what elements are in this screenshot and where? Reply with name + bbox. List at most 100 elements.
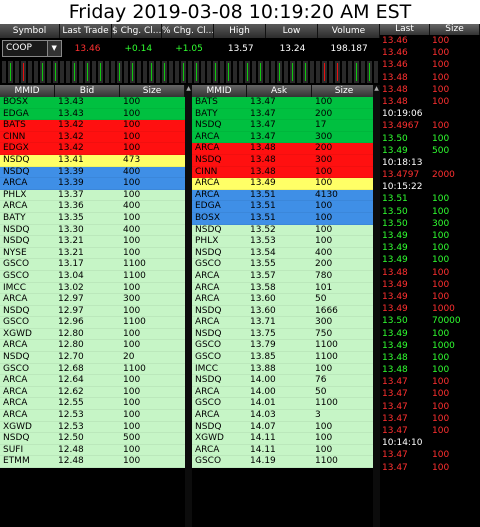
bid-row-size: 100 xyxy=(123,189,141,200)
scroll-up-icon[interactable]: ▲ xyxy=(185,85,192,93)
bid-row[interactable]: GSCO 12.96 1100 xyxy=(0,317,185,329)
ask-row[interactable]: ARCA 13.49 100 xyxy=(192,178,377,190)
tape-row-price: 13.46 xyxy=(382,36,408,46)
ask-col-price[interactable]: Ask xyxy=(247,85,312,97)
bid-row[interactable]: NSDQ 13.39 400 xyxy=(0,166,185,179)
ask-row[interactable]: BATY 13.47 200 xyxy=(192,108,377,121)
bid-row[interactable]: NSDQ 12.70 20 xyxy=(0,352,185,364)
ask-row-mmid: GSCO xyxy=(195,259,222,270)
ask-scrollbar[interactable]: ▲ xyxy=(373,85,380,527)
ask-row[interactable]: ARCA 13.71 300 xyxy=(192,317,377,329)
bid-row-mmid: SUFI xyxy=(3,444,24,455)
ask-header: MMID Ask Size xyxy=(192,85,377,97)
ask-col-size[interactable]: Size xyxy=(312,85,377,97)
ask-row[interactable]: EDGA 13.51 100 xyxy=(192,201,377,213)
tape-row: 10:15:22 xyxy=(380,181,480,193)
bid-row[interactable]: IMCC 13.02 100 xyxy=(0,282,185,295)
bid-row-size: 400 xyxy=(123,201,141,212)
bid-row[interactable]: NSDQ 13.41 473 xyxy=(0,154,185,167)
bid-row[interactable]: ARCA 12.64 100 xyxy=(0,375,185,387)
bid-row-mmid: NSDQ xyxy=(3,224,30,235)
ask-row[interactable]: ARCA 14.11 100 xyxy=(192,444,377,457)
bid-row[interactable]: NSDQ 12.50 500 xyxy=(0,433,185,445)
bid-row[interactable]: NSDQ 12.97 100 xyxy=(0,305,185,318)
ask-row[interactable]: NSDQ 14.07 100 xyxy=(192,421,377,434)
bid-row[interactable]: GSCO 13.17 1100 xyxy=(0,259,185,271)
bid-row[interactable]: ARCA 12.55 100 xyxy=(0,398,185,411)
ask-row[interactable]: IMCC 13.88 100 xyxy=(192,363,377,376)
tape-row: 13.50 100 xyxy=(380,206,480,218)
bid-row[interactable]: XGWD 12.80 100 xyxy=(0,328,185,341)
ask-row-size: 100 xyxy=(315,236,333,247)
bid-row[interactable]: ARCA 12.62 100 xyxy=(0,386,185,399)
ask-row[interactable]: NSDQ 13.47 17 xyxy=(192,120,377,132)
bid-row[interactable]: ARCA 12.80 100 xyxy=(0,340,185,353)
ask-row[interactable]: GSCO 14.19 1100 xyxy=(192,456,377,468)
bid-row[interactable]: BATS 13.42 100 xyxy=(0,120,185,132)
ask-row[interactable]: GSCO 14.01 1100 xyxy=(192,398,377,411)
ask-row[interactable]: ARCA 13.51 4130 xyxy=(192,189,377,202)
ask-row-price: 14.19 xyxy=(250,456,276,467)
bid-row[interactable]: SUFI 12.48 100 xyxy=(0,444,185,457)
bid-row[interactable]: ARCA 13.36 400 xyxy=(0,201,185,213)
bid-row[interactable]: NYSE 13.21 100 xyxy=(0,247,185,260)
bid-row[interactable]: ARCA 12.53 100 xyxy=(0,410,185,422)
ask-row[interactable]: ARCA 13.57 780 xyxy=(192,270,377,283)
ask-row[interactable]: PHLX 13.53 100 xyxy=(192,236,377,248)
ask-row[interactable]: NSDQ 13.54 400 xyxy=(192,247,377,260)
ask-row[interactable]: ARCA 13.60 50 xyxy=(192,294,377,306)
bid-row[interactable]: EDGX 13.42 100 xyxy=(0,143,185,155)
bid-row[interactable]: ARCA 12.97 300 xyxy=(0,294,185,306)
ask-row[interactable]: GSCO 13.85 1100 xyxy=(192,352,377,364)
ask-row-size: 200 xyxy=(315,259,333,270)
tape-row: 13.49 100 xyxy=(380,279,480,291)
bid-row[interactable]: GSCO 13.04 1100 xyxy=(0,270,185,283)
bid-row[interactable]: XGWD 12.53 100 xyxy=(0,421,185,434)
bid-col-price[interactable]: Bid xyxy=(55,85,120,97)
bid-row[interactable]: GSCO 12.68 1100 xyxy=(0,363,185,376)
bid-row[interactable]: ETMM 12.48 100 xyxy=(0,456,185,468)
bid-row[interactable]: ARCA 13.39 100 xyxy=(0,178,185,190)
ask-row[interactable]: BATS 13.47 100 xyxy=(192,97,377,109)
tape-row-price: 13.49 xyxy=(382,231,408,241)
ask-row[interactable]: ARCA 14.03 3 xyxy=(192,410,377,422)
bid-row-mmid: XGWD xyxy=(3,328,32,339)
ask-row[interactable]: GSCO 13.55 200 xyxy=(192,259,377,271)
ask-col-mmid[interactable]: MMID xyxy=(192,85,247,97)
bid-row-price: 12.96 xyxy=(58,317,84,328)
ask-row-size: 100 xyxy=(315,363,333,374)
symbol-select[interactable]: COOP ▼ xyxy=(2,40,62,57)
tape-row-size: 1000 xyxy=(432,340,455,351)
ask-row-mmid: NSDQ xyxy=(195,305,222,316)
ask-row[interactable]: NSDQ 13.52 100 xyxy=(192,224,377,237)
bid-row[interactable]: EDGA 13.43 100 xyxy=(0,108,185,121)
bid-col-size[interactable]: Size xyxy=(120,85,185,97)
scroll-up-icon[interactable]: ▲ xyxy=(373,85,380,93)
ask-row[interactable]: NSDQ 14.00 76 xyxy=(192,375,377,387)
ask-row[interactable]: ARCA 13.47 300 xyxy=(192,131,377,144)
tape-row-size: 100 xyxy=(432,267,450,278)
ask-row[interactable]: NSDQ 13.75 750 xyxy=(192,328,377,341)
ask-row[interactable]: GSCO 13.79 1100 xyxy=(192,340,377,353)
bid-scrollbar[interactable]: ▲ xyxy=(185,85,192,527)
ask-row[interactable]: ARCA 14.00 50 xyxy=(192,386,377,399)
ask-row[interactable]: BOSX 13.51 100 xyxy=(192,212,377,225)
bid-row[interactable]: PHLX 13.37 100 xyxy=(0,189,185,202)
activity-bar xyxy=(347,61,353,83)
bid-row[interactable]: BATY 13.35 100 xyxy=(0,212,185,225)
ask-row[interactable]: ARCA 13.58 101 xyxy=(192,282,377,295)
ask-row-size: 50 xyxy=(315,294,327,305)
ask-row-mmid: NSDQ xyxy=(195,154,222,165)
ask-row[interactable]: CINN 13.48 100 xyxy=(192,166,377,179)
bid-row[interactable]: NSDQ 13.21 100 xyxy=(0,236,185,248)
ask-row[interactable]: XGWD 14.11 100 xyxy=(192,433,377,445)
ask-row[interactable]: NSDQ 13.48 300 xyxy=(192,154,377,167)
activity-bar xyxy=(271,61,276,83)
bid-col-mmid[interactable]: MMID xyxy=(0,85,55,97)
ask-row[interactable]: ARCA 13.48 200 xyxy=(192,143,377,155)
bid-row[interactable]: NSDQ 13.30 400 xyxy=(0,224,185,237)
bid-row[interactable]: BOSX 13.43 100 xyxy=(0,97,185,109)
chevron-down-icon[interactable]: ▼ xyxy=(46,41,61,56)
bid-row[interactable]: CINN 13.42 100 xyxy=(0,131,185,144)
ask-row[interactable]: NSDQ 13.60 1666 xyxy=(192,305,377,318)
